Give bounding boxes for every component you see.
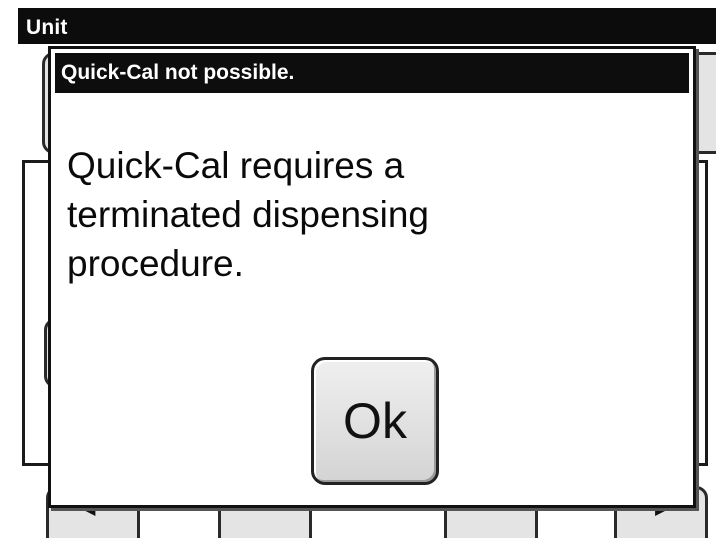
dialog-title: Quick-Cal not possible. (61, 61, 295, 84)
app-title: Unit (26, 16, 68, 39)
ok-button-label: Ok (343, 393, 407, 449)
device-screen: Unit ◀ ▶ Quick-Cal not possible. Quick-C… (0, 0, 716, 538)
dialog-title-bar: Quick-Cal not possible. (55, 53, 689, 93)
alert-dialog: Quick-Cal not possible. Quick-Cal requir… (48, 46, 696, 508)
app-title-bar: Unit (18, 8, 716, 44)
dialog-message: Quick-Cal requires a terminated dispensi… (67, 145, 429, 284)
ok-button[interactable]: Ok (311, 357, 439, 485)
